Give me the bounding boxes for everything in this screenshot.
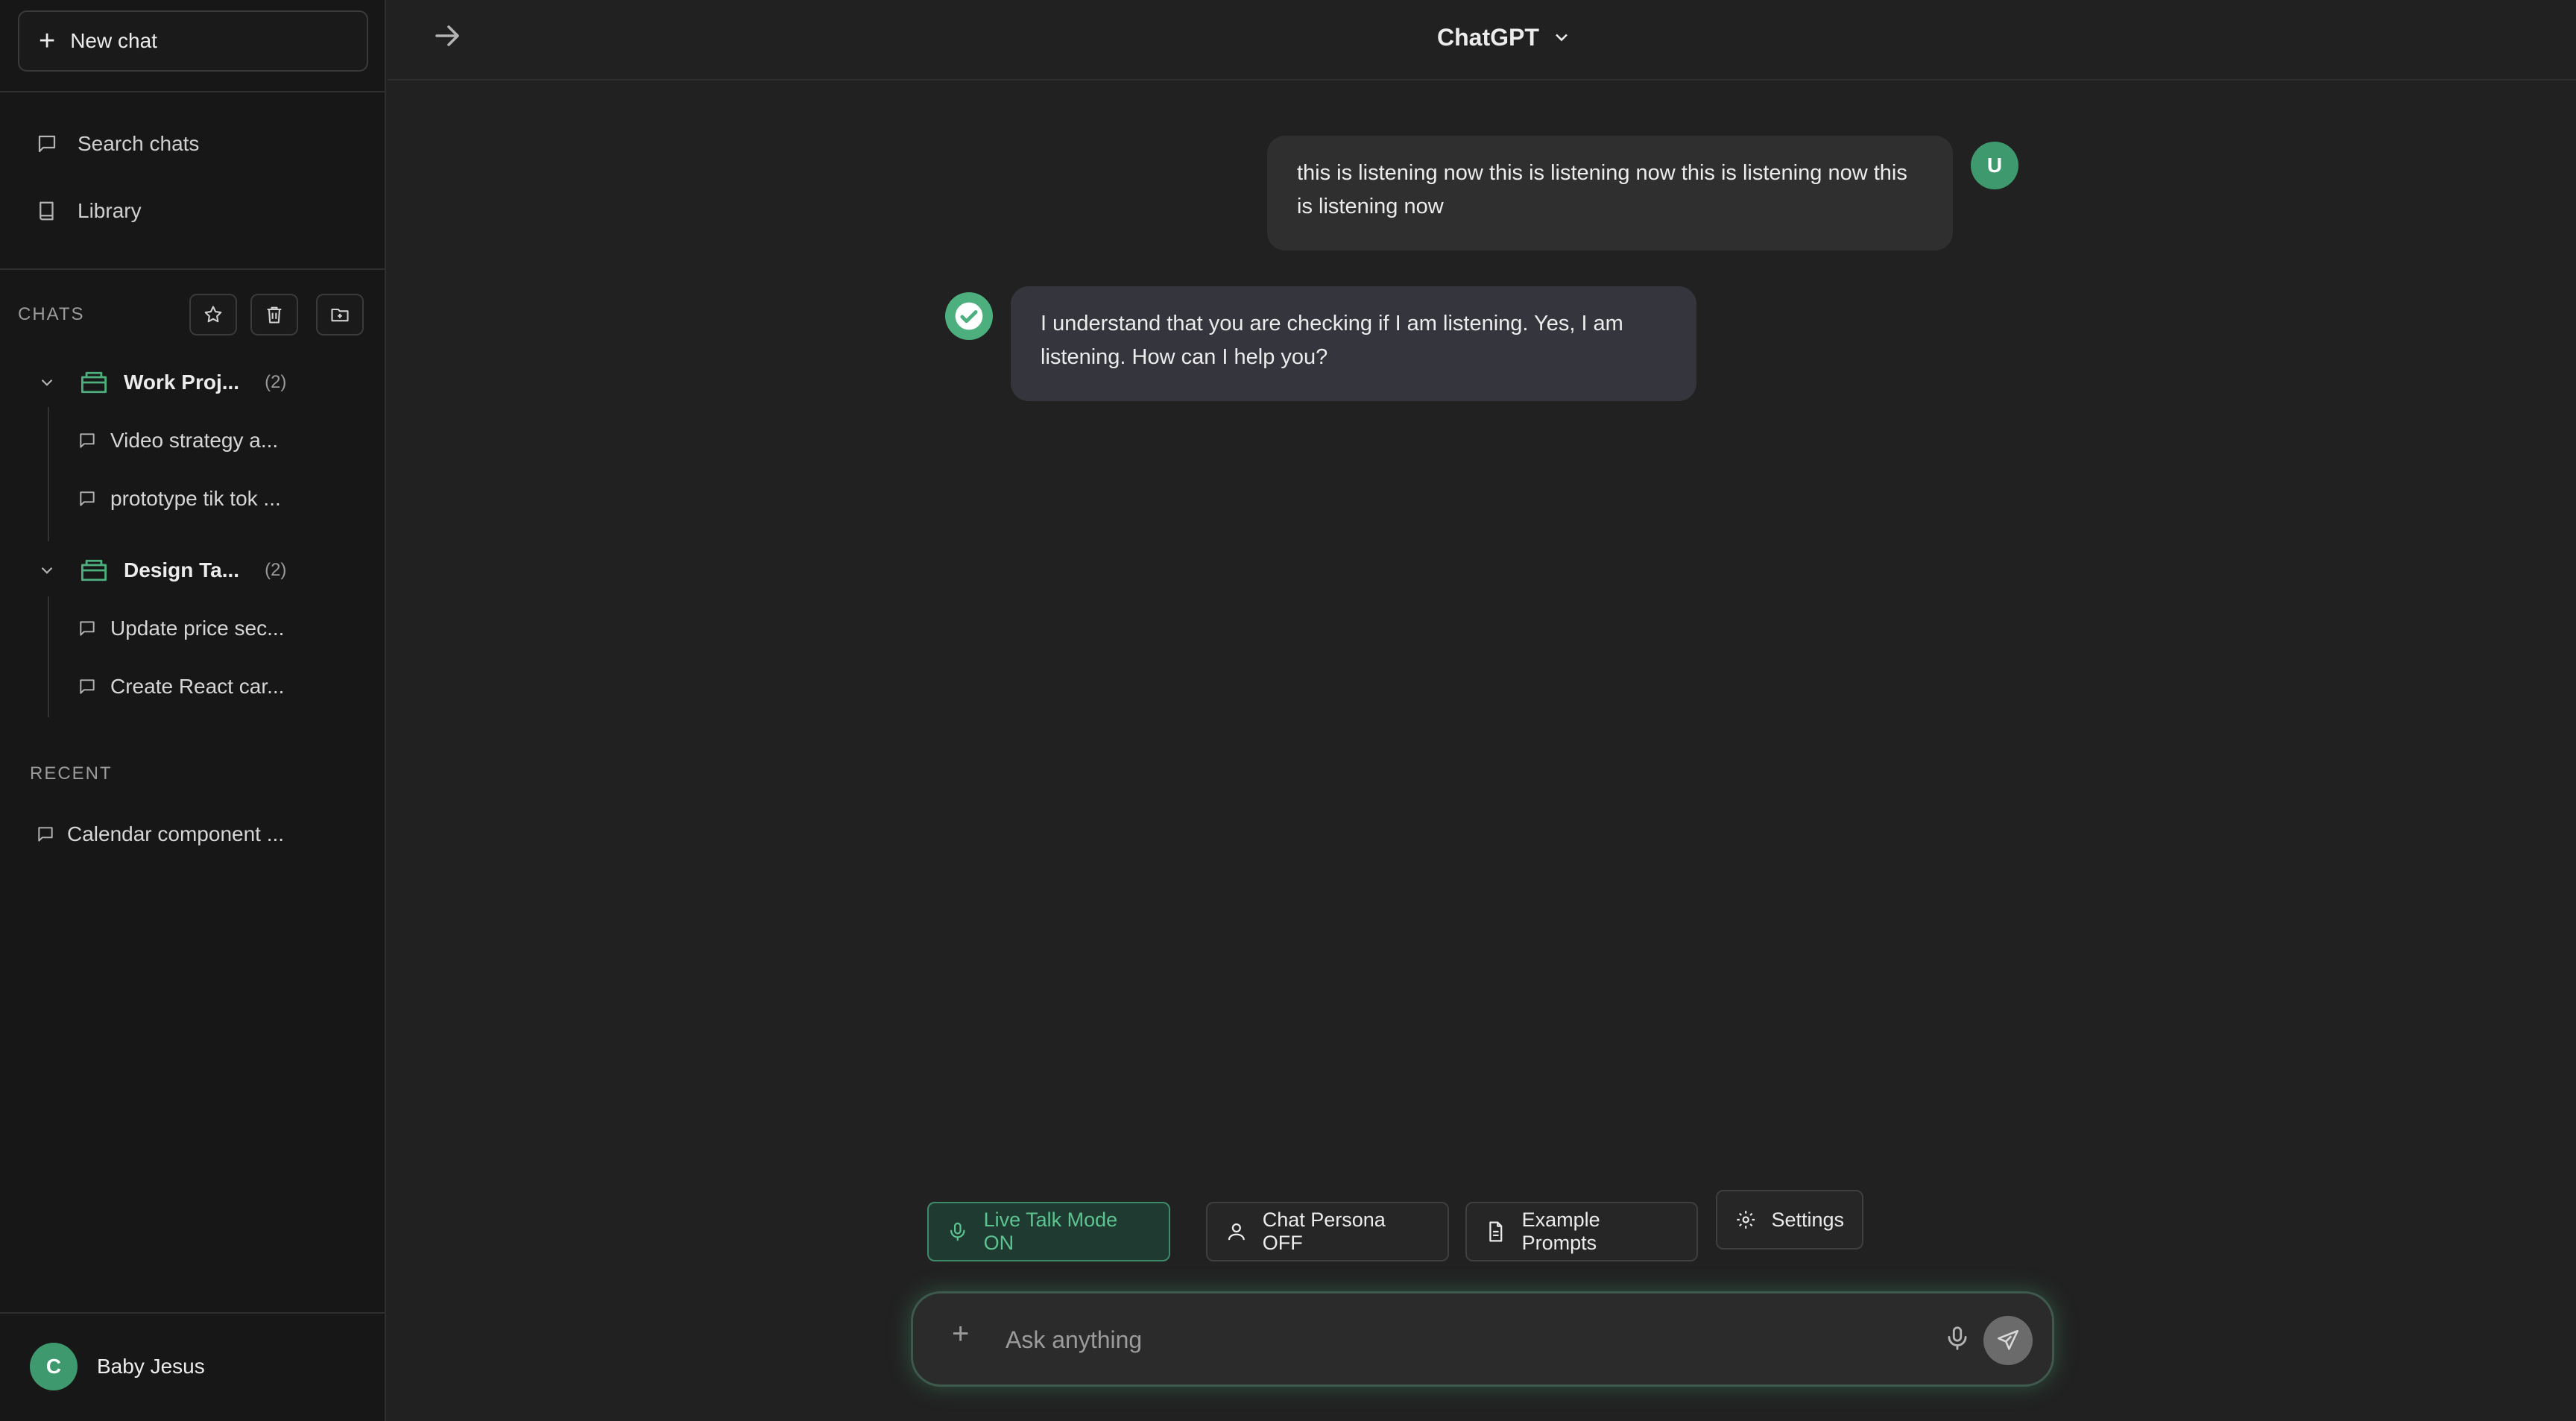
recent-chat-label: Calendar component ... bbox=[67, 822, 285, 845]
trash-icon bbox=[267, 306, 282, 324]
divider bbox=[0, 1312, 386, 1314]
chat-persona-label: Chat Persona OFF bbox=[1262, 1209, 1386, 1254]
avatar: C bbox=[30, 1343, 78, 1390]
live-talk-button[interactable]: Live Talk Mode ON bbox=[927, 1202, 1170, 1261]
star-icon bbox=[204, 306, 222, 323]
folder-name: Design Ta... bbox=[124, 558, 240, 582]
example-prompts-button[interactable]: Example Prompts bbox=[1465, 1202, 1698, 1261]
book-icon bbox=[40, 201, 54, 221]
user-icon bbox=[1228, 1223, 1245, 1241]
chats-section-label: CHATS bbox=[18, 304, 85, 324]
arrow-right-icon[interactable] bbox=[429, 18, 465, 54]
delete-chats-button[interactable] bbox=[250, 294, 298, 335]
tree-line bbox=[48, 407, 49, 541]
model-selector[interactable]: ChatGPT bbox=[1437, 18, 1572, 57]
folder-count: (2) bbox=[265, 560, 287, 580]
chat-item[interactable]: Create React car... bbox=[78, 668, 284, 705]
tree-line bbox=[48, 596, 49, 717]
chat-persona-button[interactable]: Chat Persona OFF bbox=[1206, 1202, 1449, 1261]
attach-plus-icon[interactable]: + bbox=[952, 1317, 969, 1351]
settings-button[interactable]: Settings bbox=[1716, 1190, 1863, 1250]
search-chats-label: Search chats bbox=[78, 132, 200, 155]
folder-design-tasks[interactable]: Design Ta... (2) bbox=[37, 552, 286, 589]
chat-item-label: Video strategy a... bbox=[110, 429, 279, 452]
new-chat-label: New chat bbox=[70, 29, 157, 52]
microphone-icon bbox=[950, 1222, 965, 1241]
message-input[interactable] bbox=[1006, 1316, 1900, 1364]
divider bbox=[0, 268, 386, 270]
library-button[interactable]: Library bbox=[36, 192, 142, 230]
message-icon bbox=[38, 135, 56, 153]
message-icon bbox=[38, 827, 53, 842]
chat-item[interactable]: Update price sec... bbox=[78, 610, 284, 647]
top-bar: ChatGPT bbox=[388, 0, 2576, 81]
app-window: + New chat Search chats Library CHATS Wo… bbox=[0, 0, 2576, 1421]
folder-icon bbox=[81, 559, 107, 582]
folder-name: Work Proj... bbox=[124, 371, 240, 394]
new-chat-button[interactable]: + New chat bbox=[18, 10, 368, 72]
folder-work-projects[interactable]: Work Proj... (2) bbox=[37, 364, 286, 401]
chat-item[interactable]: prototype tik tok ... bbox=[78, 480, 281, 517]
folder-plus-icon bbox=[331, 308, 349, 322]
divider bbox=[0, 91, 386, 92]
recent-chat-item[interactable]: Calendar component ... bbox=[36, 816, 284, 853]
microphone-icon[interactable] bbox=[1943, 1323, 1972, 1353]
message-icon bbox=[80, 491, 95, 506]
search-chats-button[interactable]: Search chats bbox=[36, 125, 199, 163]
assistant-avatar bbox=[945, 292, 993, 340]
library-label: Library bbox=[78, 199, 142, 222]
chat-item-label: prototype tik tok ... bbox=[110, 487, 281, 510]
settings-label: Settings bbox=[1771, 1208, 1844, 1231]
check-circle-icon bbox=[955, 302, 983, 330]
chat-item-label: Update price sec... bbox=[110, 617, 285, 640]
live-talk-label: Live Talk Mode ON bbox=[983, 1209, 1118, 1254]
user-avatar: U bbox=[1971, 142, 2018, 189]
message-icon bbox=[80, 433, 95, 448]
assistant-message: I understand that you are checking if I … bbox=[1011, 286, 1696, 401]
chevron-down-icon bbox=[41, 567, 53, 574]
model-name: ChatGPT bbox=[1437, 23, 1539, 51]
folder-count: (2) bbox=[265, 372, 287, 392]
send-icon bbox=[1997, 1329, 2019, 1350]
main-panel: ChatGPT this is listening now this is li… bbox=[388, 0, 2576, 1421]
user-message: this is listening now this is listening … bbox=[1267, 136, 1953, 251]
message-icon bbox=[80, 679, 95, 694]
favorite-chats-button[interactable] bbox=[189, 294, 237, 335]
send-button[interactable] bbox=[1983, 1316, 2033, 1365]
recent-section-label: RECENT bbox=[30, 763, 113, 784]
message-icon bbox=[80, 621, 95, 636]
gear-icon bbox=[1737, 1211, 1755, 1229]
user-name: Baby Jesus bbox=[97, 1355, 205, 1378]
example-prompts-label: Example Prompts bbox=[1521, 1209, 1600, 1254]
chevron-down-icon bbox=[41, 379, 53, 386]
chat-item[interactable]: Video strategy a... bbox=[78, 422, 278, 459]
new-folder-button[interactable] bbox=[316, 294, 364, 335]
user-profile-button[interactable]: C Baby Jesus bbox=[30, 1342, 205, 1391]
composer: + bbox=[911, 1291, 2054, 1387]
sidebar: + New chat Search chats Library CHATS Wo… bbox=[0, 0, 386, 1421]
plus-icon: + bbox=[39, 25, 56, 57]
folder-icon bbox=[81, 371, 107, 394]
document-icon bbox=[1489, 1221, 1503, 1242]
chat-item-label: Create React car... bbox=[110, 675, 285, 698]
chevron-down-icon bbox=[1555, 34, 1568, 42]
